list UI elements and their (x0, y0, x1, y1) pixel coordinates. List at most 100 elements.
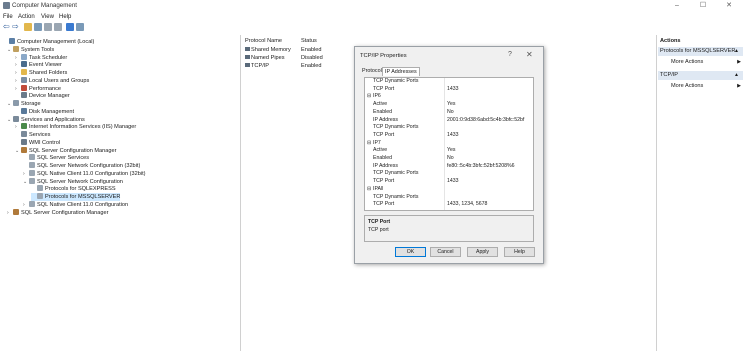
tree-node-label: Shared Folders (29, 70, 68, 76)
property-value[interactable]: fe80::5c4b:3bfc:52bf:5208%6 (447, 163, 527, 171)
menu-view[interactable]: View (41, 14, 54, 20)
property-name: Enabled (373, 155, 393, 161)
submenu-arrow-icon: ▶ (737, 59, 741, 65)
menu-action[interactable]: Action (18, 14, 35, 20)
back-icon[interactable]: ⇦ (3, 23, 11, 31)
property-value[interactable]: 1433, 1234, 5678 (447, 201, 527, 209)
collapse-box-icon[interactable]: ⊟ (367, 186, 371, 194)
view-icon[interactable] (76, 23, 84, 31)
property-value[interactable]: 1433 (447, 132, 527, 140)
collapse-box-icon[interactable]: ⊟ (367, 140, 371, 148)
menu-file[interactable]: File (3, 14, 13, 20)
actions-section-protocols[interactable]: Protocols for MSSQLSERVER ▲ (658, 47, 743, 56)
actions-pane: Actions Protocols for MSSQLSERVER ▲ More… (656, 35, 743, 351)
list-item[interactable]: TCP/IP Enabled (245, 62, 345, 70)
scrollbar[interactable]: ▲ ▼ (533, 78, 534, 210)
list-item[interactable]: Named Pipes Disabled (245, 54, 345, 62)
computer-icon (9, 38, 15, 44)
minimize-button[interactable]: – (667, 1, 687, 11)
collapse-icon[interactable]: ▲ (734, 71, 739, 80)
property-value[interactable]: 2001:0:9d38:6abd:5c4b:3bfc:52bf (447, 117, 527, 125)
close-icon[interactable]: ✕ (526, 50, 533, 59)
collapse-chevron-icon[interactable]: ⌄ (7, 116, 11, 124)
property-row[interactable]: TCP Port 1433, 1234, 5678 (365, 201, 526, 209)
property-category[interactable]: ⊟ IP6 (365, 93, 526, 101)
collapse-chevron-icon[interactable]: ⌄ (23, 178, 27, 186)
property-row[interactable]: IP Address 2001:0:9d38:6abd:5c4b:3bfc:52b… (365, 117, 526, 125)
cancel-button[interactable]: Cancel (430, 247, 461, 257)
sql-services-icon (29, 154, 35, 161)
more-actions-item[interactable]: More Actions ▶ (671, 83, 741, 89)
tree-node-label: Services and Applications (21, 116, 85, 123)
collapse-icon[interactable]: ▲ (734, 47, 739, 56)
property-row[interactable]: IP Address fe80::5c4b:3bfc:52bf:5208%6 (365, 163, 526, 171)
property-row[interactable]: TCP Dynamic Ports (365, 170, 526, 178)
menu-help[interactable]: Help (59, 14, 71, 20)
property-row[interactable]: Enabled No (365, 109, 526, 117)
property-value[interactable]: 1433 (447, 178, 527, 186)
expand-chevron-icon[interactable]: › (7, 209, 9, 217)
tree-node-label: SQL Server Configuration Manager (29, 147, 117, 154)
list-item[interactable]: Shared Memory Enabled (245, 46, 345, 54)
property-name: TCP Dynamic Ports (373, 193, 419, 200)
column-protocol-name[interactable]: Protocol Name (245, 38, 282, 44)
property-category[interactable]: ⊟ IPAll (365, 186, 526, 194)
help-button[interactable]: Help (504, 247, 535, 257)
property-value[interactable]: No (447, 109, 527, 117)
tab-ip-addresses[interactable]: IP Addresses (382, 67, 420, 76)
property-value[interactable]: 1433 (447, 86, 527, 94)
collapse-chevron-icon[interactable]: ⌄ (7, 46, 11, 54)
window-title: Computer Management (12, 2, 78, 9)
forward-icon[interactable]: ⇨ (12, 23, 20, 31)
property-value[interactable]: No (447, 155, 527, 163)
up-folder-icon[interactable] (24, 23, 32, 31)
properties-icon[interactable] (54, 23, 62, 31)
protocol-status: Enabled (301, 63, 322, 69)
property-name: IP6 (373, 93, 381, 100)
property-value[interactable]: Yes (447, 147, 527, 155)
column-status[interactable]: Status (301, 38, 317, 44)
collapse-chevron-icon[interactable]: ⌄ (15, 147, 19, 155)
tree-node-label: SQL Server Services (37, 155, 90, 162)
close-button[interactable]: ✕ (719, 1, 739, 11)
property-row[interactable]: TCP Port 1433 (365, 86, 526, 94)
more-actions-item[interactable]: More Actions ▶ (671, 59, 741, 65)
property-row[interactable]: Active Yes (365, 147, 526, 155)
property-value[interactable]: Yes (447, 101, 527, 109)
property-name: IP Address (373, 116, 398, 123)
toolbar: ⇦ ⇨ (0, 22, 743, 33)
help-icon[interactable] (66, 23, 74, 31)
property-row[interactable]: TCP Port 1433 (365, 178, 526, 186)
tree-node-label: SQL Native Client 11.0 Configuration (32… (37, 170, 146, 177)
clock-icon (21, 53, 27, 60)
iis-icon (21, 123, 27, 130)
tab-protocol[interactable]: Protocol (360, 67, 384, 76)
property-row[interactable]: TCP Port 1433 (365, 132, 526, 140)
actions-section-tcpip[interactable]: TCP/IP ▲ (658, 71, 743, 80)
property-name: TCP Port (373, 178, 395, 185)
property-row[interactable]: TCP Dynamic Ports (365, 194, 526, 202)
ok-button[interactable]: OK (395, 247, 426, 257)
help-icon[interactable]: ? (508, 51, 512, 58)
export-list-icon[interactable] (44, 23, 52, 31)
show-hide-tree-icon[interactable] (34, 23, 42, 31)
tree-node-label: Event Viewer (29, 62, 62, 69)
tree-node-label: Disk Management (29, 108, 75, 115)
tree-node-label: Performance (29, 85, 62, 92)
tree-node-label: Protocols for MSSQLSERVER (45, 194, 121, 200)
client-icon (29, 169, 35, 176)
property-grid: TCP Dynamic Ports TCP Port 1433 ⊟ IP6 Active Y… (364, 77, 534, 211)
collapse-chevron-icon[interactable]: ⌄ (7, 100, 11, 108)
tree-node[interactable]: › SQL Server Configuration Manager (7, 208, 108, 217)
property-row[interactable]: Active Yes (365, 101, 526, 109)
actions-section-label: Protocols for MSSQLSERVER (660, 48, 736, 54)
collapse-box-icon[interactable]: ⊟ (367, 93, 371, 101)
maximize-button[interactable]: ☐ (693, 1, 713, 11)
network-icon (29, 177, 35, 184)
property-row[interactable]: Enabled No (365, 155, 526, 163)
property-row[interactable]: TCP Dynamic Ports (365, 124, 526, 132)
property-category[interactable]: ⊟ IP7 (365, 140, 526, 148)
tree-node-label: SQL Server Network Configuration (37, 178, 123, 185)
apply-button[interactable]: Apply (467, 247, 498, 257)
property-row[interactable]: TCP Dynamic Ports (365, 78, 526, 86)
